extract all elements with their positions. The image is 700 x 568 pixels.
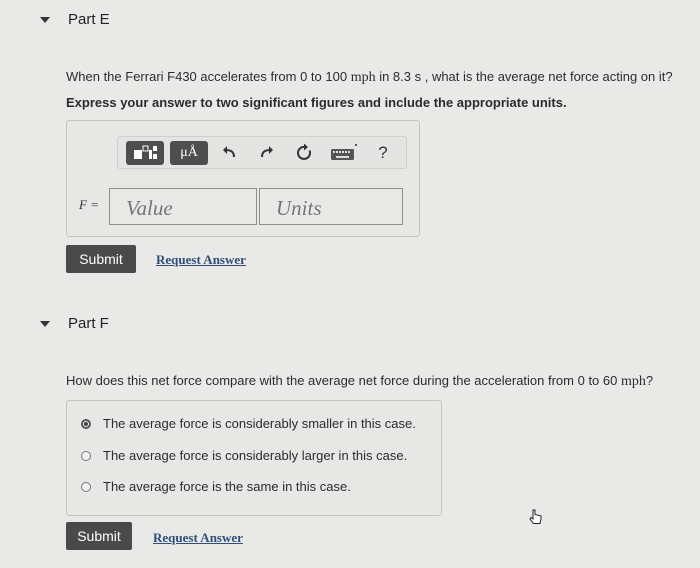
part-e-question: When the Ferrari F430 accelerates from 0… <box>66 69 673 86</box>
choice-label: The average force is the same in this ca… <box>103 479 351 494</box>
answer-box: μÅ ? F = Value Units <box>66 120 420 237</box>
choice-option[interactable]: The average force is the same in this ca… <box>81 479 351 494</box>
part-f-question: How does this net force compare with the… <box>66 373 653 390</box>
templates-button[interactable] <box>126 141 164 165</box>
choices-box: The average force is considerably smalle… <box>66 400 442 516</box>
part-e-submit-button[interactable]: Submit <box>66 245 136 273</box>
question-unit: mph <box>620 374 646 389</box>
choice-label: The average force is considerably smalle… <box>103 416 416 431</box>
redo-icon <box>261 146 273 158</box>
units-input[interactable] <box>259 188 403 225</box>
help-button[interactable]: ? <box>372 141 394 165</box>
keyboard-icon <box>331 144 357 160</box>
part-e-request-answer-link[interactable]: Request Answer <box>156 252 246 268</box>
reset-button[interactable] <box>294 141 316 165</box>
question-text-start: How does this net force compare with the… <box>66 373 621 388</box>
radio-icon[interactable] <box>81 450 91 461</box>
collapse-caret-icon[interactable] <box>40 320 50 327</box>
help-icon: ? <box>378 143 388 162</box>
part-f-title: Part F <box>68 315 109 332</box>
math-toolbar: μÅ ? <box>117 136 407 169</box>
radio-selected-icon[interactable] <box>81 418 91 429</box>
choice-option[interactable]: The average force is considerably smalle… <box>81 416 416 431</box>
question-text-end: in 8.3 s , what is the average net force… <box>375 69 673 84</box>
part-f-request-answer-link[interactable]: Request Answer <box>153 530 243 546</box>
radio-icon[interactable] <box>81 481 91 492</box>
keyboard-button[interactable] <box>328 141 358 165</box>
choice-option[interactable]: The average force is considerably larger… <box>81 448 407 463</box>
templates-icon <box>134 145 157 159</box>
units-button[interactable]: μÅ <box>170 141 208 165</box>
pointer-cursor-icon <box>529 509 542 524</box>
part-e-instruction: Express your answer to two significant f… <box>66 95 567 110</box>
undo-button[interactable] <box>218 141 240 165</box>
choice-label: The average force is considerably larger… <box>103 448 408 463</box>
part-e-title: Part E <box>68 11 110 28</box>
reset-icon <box>297 143 311 160</box>
redo-button[interactable] <box>256 141 278 165</box>
collapse-caret-icon[interactable] <box>40 16 50 23</box>
variable-label: F = <box>79 197 99 212</box>
question-text-start: When the Ferrari F430 accelerates from 0… <box>66 69 351 84</box>
part-e-header[interactable]: Part E <box>40 11 110 28</box>
undo-icon <box>223 146 235 158</box>
question-text-end: ? <box>645 373 654 388</box>
question-unit: mph <box>350 70 376 85</box>
part-f-submit-button[interactable]: Submit <box>66 522 132 550</box>
value-input[interactable] <box>109 188 257 225</box>
units-button-label: μÅ <box>180 145 198 160</box>
part-f-header[interactable]: Part F <box>40 315 109 332</box>
